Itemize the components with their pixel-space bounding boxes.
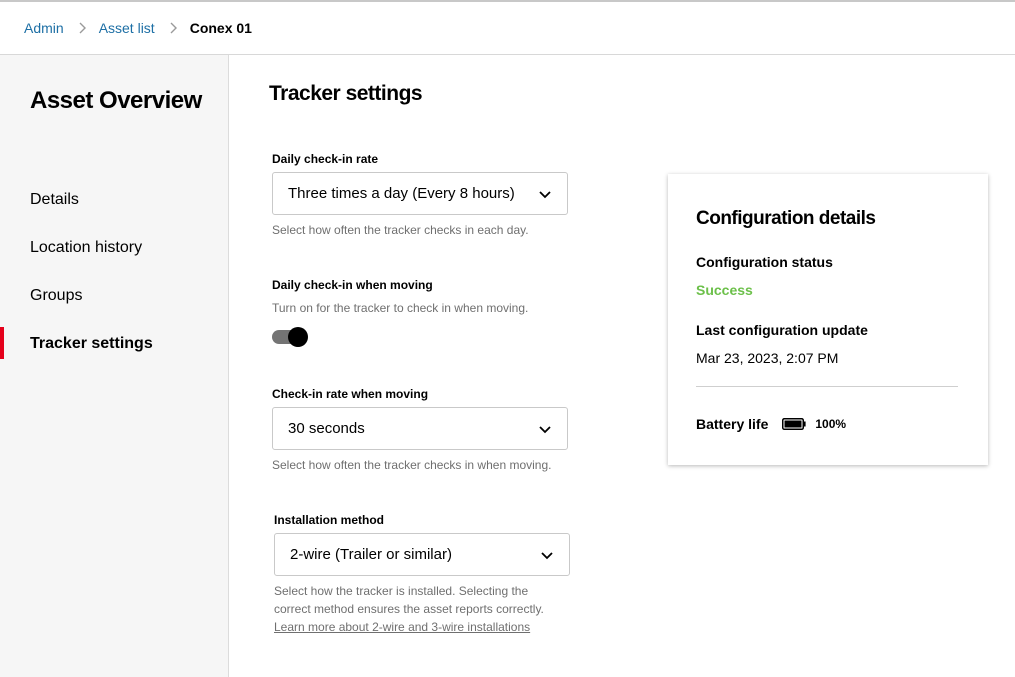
last-update-value: Mar 23, 2023, 2:07 PM [696, 350, 839, 366]
chevron-down-icon [539, 191, 551, 199]
daily-rate-select[interactable]: Three times a day (Every 8 hours) [272, 172, 568, 215]
moving-rate-label: Check-in rate when moving [272, 387, 429, 401]
moving-rate-help: Select how often the tracker checks in w… [272, 458, 552, 472]
daily-rate-value: Three times a day (Every 8 hours) [288, 185, 515, 202]
toggle-knob [288, 327, 308, 347]
moving-rate-select[interactable]: 30 seconds [272, 407, 568, 450]
chevron-right-icon [165, 20, 181, 36]
sidebar: Asset Overview Details Location history … [0, 55, 229, 677]
chevron-right-icon [74, 20, 90, 36]
page-title: Tracker settings [269, 82, 423, 105]
battery-row: Battery life 100% [696, 416, 846, 432]
moving-checkin-toggle[interactable] [272, 326, 308, 348]
breadcrumb-asset-list[interactable]: Asset list [99, 20, 155, 36]
installation-value: 2-wire (Trailer or similar) [290, 546, 452, 563]
installation-help-line2: correct method ensures the asset reports… [274, 602, 544, 616]
moving-checkin-help: Turn on for the tracker to check in when… [272, 301, 529, 315]
battery-label: Battery life [696, 416, 769, 432]
chevron-down-icon [541, 552, 553, 560]
card-divider [696, 386, 958, 387]
battery-icon [782, 418, 806, 430]
sidebar-title: Asset Overview [30, 87, 202, 114]
daily-rate-help: Select how often the tracker checks in e… [272, 223, 529, 237]
chevron-down-icon [539, 426, 551, 434]
installation-learn-more-link[interactable]: Learn more about 2-wire and 3-wire insta… [274, 618, 530, 636]
daily-rate-label: Daily check-in rate [272, 152, 379, 166]
moving-checkin-label: Daily check-in when moving [272, 278, 433, 292]
config-status-label: Configuration status [696, 254, 833, 270]
card-title: Configuration details [696, 208, 876, 229]
installation-label: Installation method [274, 513, 385, 527]
installation-select[interactable]: 2-wire (Trailer or similar) [274, 533, 570, 576]
battery-percent: 100% [815, 417, 847, 431]
breadcrumb: Admin Asset list Conex 01 [0, 2, 1015, 55]
breadcrumb-current: Conex 01 [189, 20, 252, 36]
sidebar-item-groups[interactable]: Groups [30, 282, 82, 310]
moving-rate-value: 30 seconds [288, 420, 365, 437]
sidebar-item-details[interactable]: Details [30, 186, 79, 214]
installation-help-line1: Select how the tracker is installed. Sel… [274, 584, 529, 598]
config-status-value: Success [696, 282, 753, 298]
active-indicator [0, 327, 4, 359]
sidebar-item-location-history[interactable]: Location history [30, 234, 142, 262]
breadcrumb-admin[interactable]: Admin [24, 20, 64, 36]
configuration-card: Configuration details Configuration stat… [668, 174, 988, 465]
sidebar-item-tracker-settings[interactable]: Tracker settings [30, 330, 153, 358]
last-update-label: Last configuration update [696, 322, 868, 338]
